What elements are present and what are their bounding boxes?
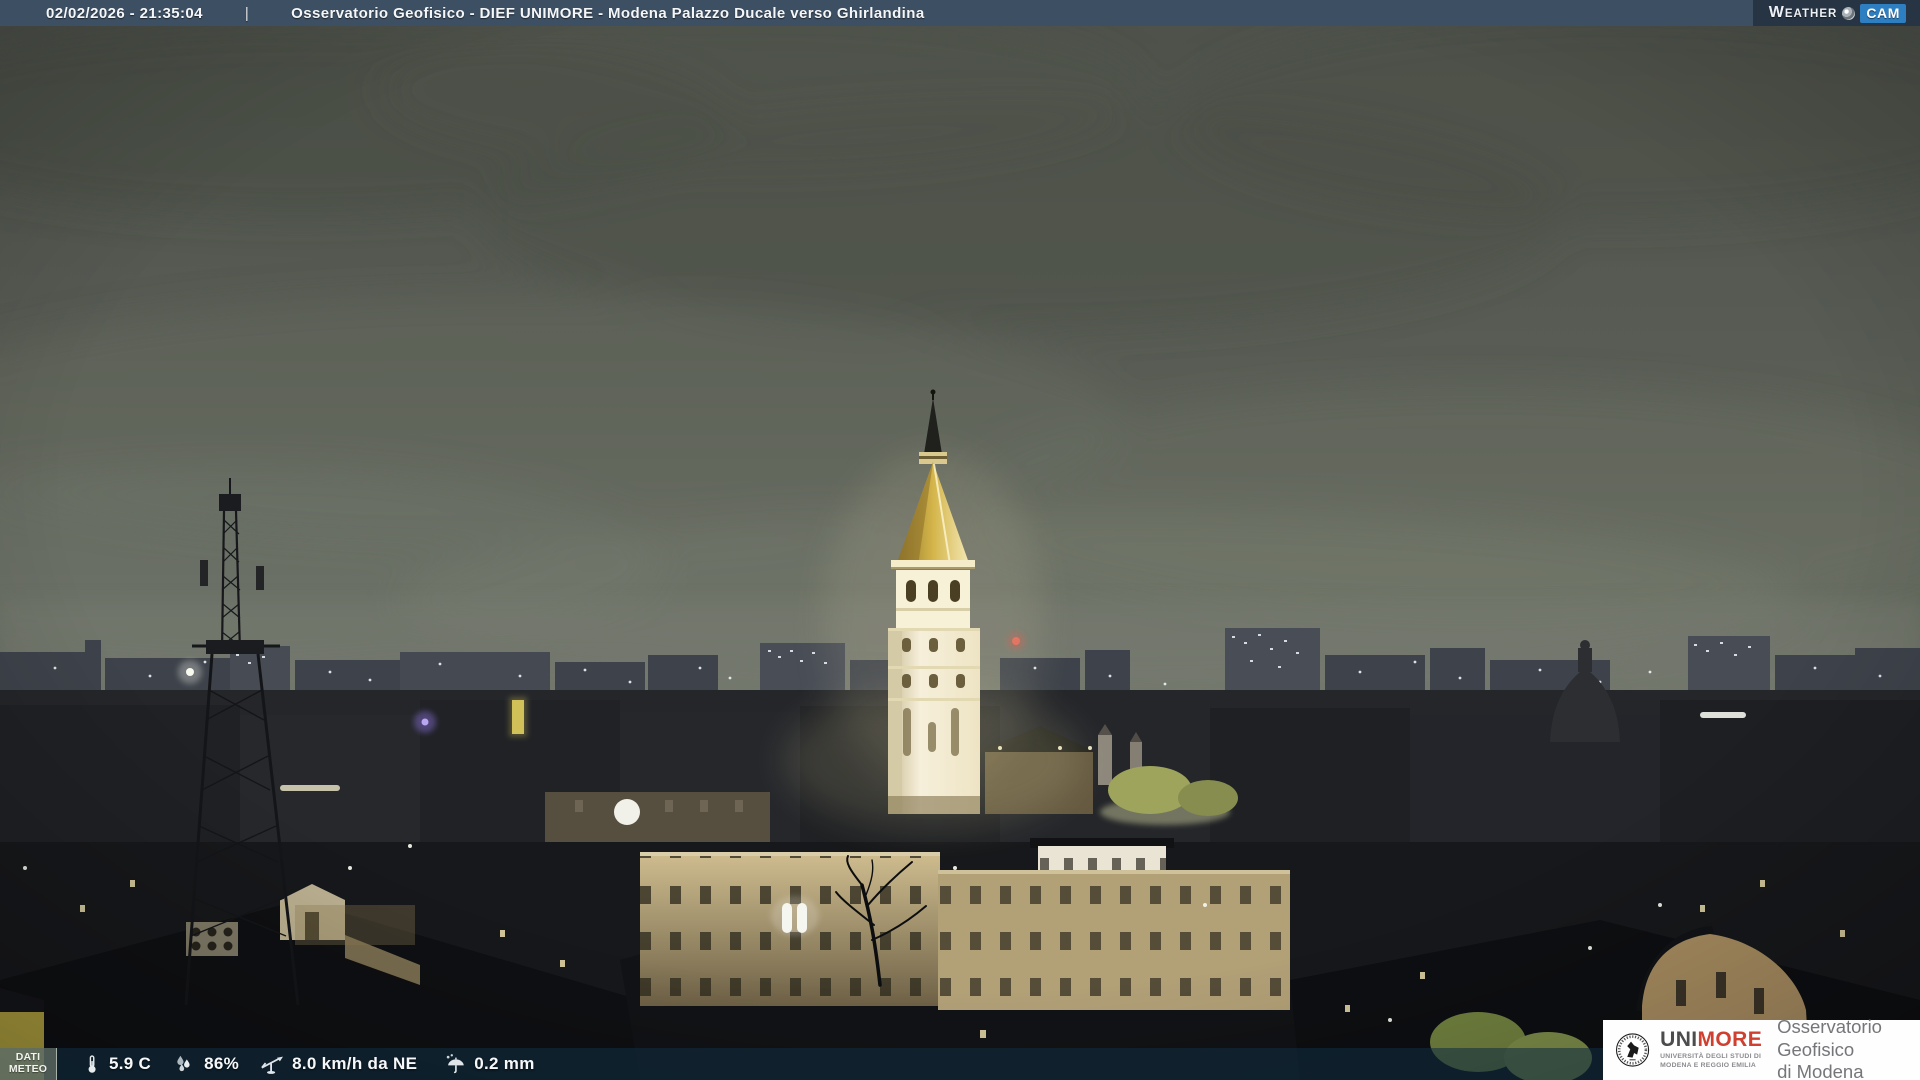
timestamp: 02/02/2026 - 21:35:04 xyxy=(46,4,203,22)
weathercam-initial: W xyxy=(1768,4,1785,21)
precipitation-reading: 0.2 mm xyxy=(443,1053,534,1075)
thermometer-icon xyxy=(88,1055,96,1073)
separator: | xyxy=(244,4,250,22)
dati-meteo-label: DATI METEO xyxy=(0,1048,57,1080)
meteo-line: METEO xyxy=(8,1063,48,1075)
page-title: Osservatorio Geofisico - DIEF UNIMORE - … xyxy=(291,4,925,22)
observatory-name: Osservatorio Geofisico di Modena xyxy=(1777,1016,1920,1080)
webcam-view: 02/02/2026 - 21:35:04 | Osservatorio Geo… xyxy=(0,0,1920,1080)
observatory-name-line1: Osservatorio Geofisico xyxy=(1777,1016,1882,1060)
vignette-overlay xyxy=(0,0,1920,1080)
unimore-wordmark: UNIMORE xyxy=(1660,1029,1762,1050)
unimore-more: MORE xyxy=(1697,1028,1763,1052)
humidity-reading: 86% xyxy=(173,1053,239,1075)
weathercam-rest: EATHER xyxy=(1784,8,1838,20)
temperature-reading: 5.9 C xyxy=(82,1053,151,1075)
wind-vane-icon xyxy=(261,1056,284,1074)
unimore-subtitle: UNIVERSITÀ DEGLI STUDI DI MODENA E REGGI… xyxy=(1660,1053,1762,1071)
unimore-uni: UNI xyxy=(1660,1028,1698,1052)
unimore-subtitle-line2: MODENA E REGGIO EMILIA xyxy=(1660,1062,1757,1069)
weathercam-word: W EATHER xyxy=(1769,4,1838,22)
humidity-value: 86% xyxy=(204,1054,240,1073)
cam-badge: CAM xyxy=(1860,3,1906,23)
unimore-brand: UNIMORE UNIVERSITÀ DEGLI STUDI DI MODENA… xyxy=(1660,1029,1762,1071)
osd-top-bar: 02/02/2026 - 21:35:04 | Osservatorio Geo… xyxy=(0,0,1920,26)
unimore-seal-icon xyxy=(1615,1033,1650,1067)
humidity-drops-icon xyxy=(177,1055,190,1072)
umbrella-rain-icon xyxy=(446,1054,464,1074)
weathercam-logo: W EATHER CAM xyxy=(1752,0,1920,26)
camera-lens-icon xyxy=(1842,6,1856,20)
unimore-subtitle-line1: UNIVERSITÀ DEGLI STUDI DI xyxy=(1660,1053,1762,1061)
observatory-name-line2: di Modena xyxy=(1777,1061,1864,1080)
wind-value: 8.0 km/h da NE xyxy=(292,1054,418,1073)
wind-reading: 8.0 km/h da NE xyxy=(259,1053,417,1075)
precipitation-value: 0.2 mm xyxy=(474,1054,535,1073)
webcam-scene xyxy=(0,0,1920,1080)
temperature-value: 5.9 C xyxy=(109,1054,152,1073)
unimore-banner: UNIMORE UNIVERSITÀ DEGLI STUDI DI MODENA… xyxy=(1603,1016,1920,1080)
